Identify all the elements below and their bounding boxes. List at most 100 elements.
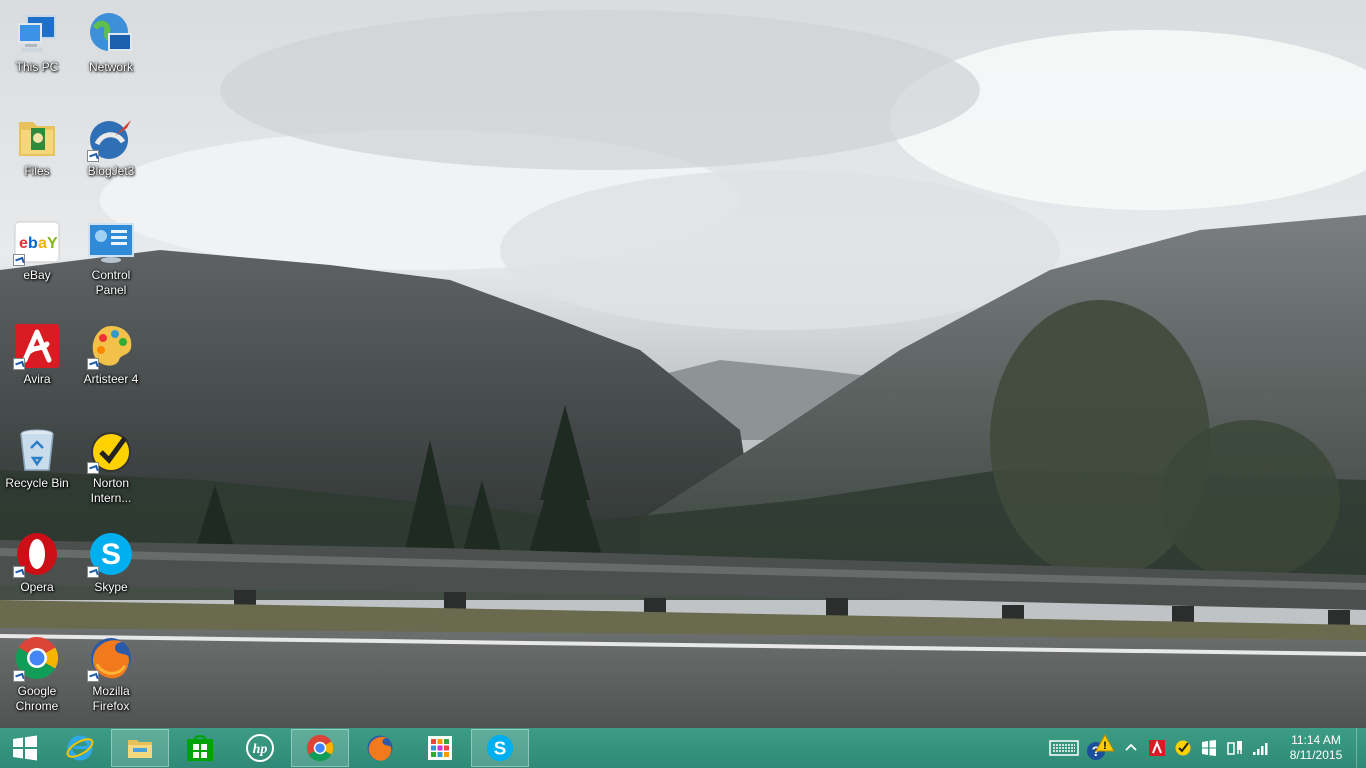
desktop-icon-network[interactable]: Network <box>74 6 148 106</box>
chrome-icon <box>306 734 334 762</box>
desktop-icon-this-pc[interactable]: This PC <box>0 6 74 106</box>
shortcut-arrow-icon <box>13 670 25 682</box>
svg-text:!: ! <box>1103 740 1107 752</box>
taskbar-internet-explorer[interactable] <box>50 728 110 768</box>
skype-icon: S <box>87 530 135 578</box>
svg-text:a: a <box>38 235 47 252</box>
svg-text:Y: Y <box>47 235 58 252</box>
desktop-icon-recycle-bin[interactable]: Recycle Bin <box>0 422 74 522</box>
shortcut-arrow-icon <box>13 358 25 370</box>
network-icon <box>87 10 135 58</box>
taskbar-file-explorer[interactable] <box>111 729 169 767</box>
shortcut-arrow-icon <box>87 670 99 682</box>
desktop-icon-label: Opera <box>20 580 54 594</box>
windows-flag-button[interactable] <box>1197 736 1221 760</box>
folder-icon <box>13 114 61 162</box>
shortcut-arrow-icon <box>13 254 25 266</box>
taskbar-chrome[interactable] <box>291 729 349 767</box>
svg-text:S: S <box>101 538 121 571</box>
taskbar-store[interactable] <box>170 728 230 768</box>
file-explorer-icon <box>128 740 152 758</box>
desktop-icon-norton[interactable]: Norton Intern... <box>74 422 148 522</box>
desktop-icon-ebay[interactable]: ebaY eBay <box>0 214 74 314</box>
show-hidden-icons-button[interactable] <box>1119 736 1143 760</box>
desktop-icon-label: Network <box>88 60 133 74</box>
action-center-icon: ?! <box>1087 733 1115 760</box>
desktop-icon-blogjet[interactable]: BlogJet3 <box>74 110 148 210</box>
avira-tray-icon <box>1149 740 1165 756</box>
windows-logo-icon <box>13 735 37 761</box>
power-button[interactable] <box>1223 736 1247 760</box>
ebay-icon: ebaY <box>13 218 61 266</box>
signal-button[interactable] <box>1249 736 1273 760</box>
desktop-icon-label: Avira <box>23 372 51 386</box>
desktop-icon-label: Artisteer 4 <box>83 372 139 386</box>
taskbar-apps[interactable] <box>410 728 470 768</box>
system-tray: ?! 11:14 AM 8/11/2015 <box>1046 728 1366 768</box>
power-icon <box>1227 741 1242 755</box>
opera-icon <box>13 530 61 578</box>
desktop-icon-label: eBay <box>23 268 51 282</box>
signal-icon <box>1253 743 1268 755</box>
show-hidden-icons-icon <box>1125 743 1137 751</box>
svg-text:b: b <box>28 235 38 252</box>
taskbar: hp S ?! 11:14 AM 8/11/2015 <box>0 728 1366 768</box>
shortcut-arrow-icon <box>87 150 99 162</box>
desktop-icon-artisteer[interactable]: Artisteer 4 <box>74 318 148 418</box>
shortcut-arrow-icon <box>13 566 25 578</box>
norton-icon <box>87 426 135 474</box>
avira-tray-button[interactable] <box>1145 736 1169 760</box>
blogjet-icon <box>87 114 135 162</box>
skype-icon: S <box>486 734 514 762</box>
desktop-icon-avira[interactable]: Avira <box>0 318 74 418</box>
desktop-icon-label: Skype <box>94 580 128 594</box>
apps-grid-icon <box>428 736 452 760</box>
store-icon <box>187 735 213 761</box>
desktop-icon-label: Recycle Bin <box>5 476 69 490</box>
desktop[interactable]: This PC Files ebaY eBay Avira Recycle Bi… <box>0 0 1366 728</box>
norton-tray-icon <box>1175 740 1191 756</box>
desktop-icon-label: Files <box>24 164 50 178</box>
recycle-bin-icon <box>13 426 61 474</box>
taskbar-hp[interactable]: hp <box>230 728 290 768</box>
desktop-icon-label: Norton Intern... <box>90 476 132 505</box>
wallpaper <box>0 0 1366 728</box>
start-button[interactable] <box>0 728 50 768</box>
firefox-icon <box>367 735 393 761</box>
avira-icon <box>13 322 61 370</box>
norton-tray-button[interactable] <box>1171 736 1195 760</box>
taskbar-firefox[interactable] <box>350 728 410 768</box>
desktop-icon-label: BlogJet3 <box>87 164 135 178</box>
palette-icon <box>87 322 135 370</box>
computer-icon <box>13 10 61 58</box>
desktop-icon-label: Google Chrome <box>15 684 59 713</box>
clock-date: 8/11/2015 <box>1289 748 1343 762</box>
clock-time: 11:14 AM <box>1291 733 1341 747</box>
taskbar-skype[interactable]: S <box>471 729 529 767</box>
svg-text:hp: hp <box>253 742 268 757</box>
desktop-icon-label: This PC <box>15 60 59 74</box>
internet-explorer-icon <box>66 735 94 761</box>
desktop-icon-skype[interactable]: S Skype <box>74 526 148 626</box>
desktop-icon-files[interactable]: Files <box>0 110 74 210</box>
desktop-icon-firefox[interactable]: Mozilla Firefox <box>74 630 148 728</box>
action-center-button[interactable]: ?! <box>1083 731 1117 765</box>
control-panel-icon <box>87 218 135 266</box>
show-desktop-button[interactable] <box>1356 728 1366 768</box>
chrome-icon <box>13 634 61 682</box>
desktop-icon-control-panel[interactable]: Control Panel <box>74 214 148 314</box>
hp-icon: hp <box>246 734 274 762</box>
svg-text:S: S <box>494 737 507 758</box>
windows-flag-icon <box>1202 740 1216 756</box>
taskbar-clock[interactable]: 11:14 AM 8/11/2015 <box>1280 733 1352 763</box>
touch-keyboard-icon <box>1049 740 1079 756</box>
firefox-icon <box>87 634 135 682</box>
desktop-icon-label: Control Panel <box>91 268 131 297</box>
shortcut-arrow-icon <box>87 358 99 370</box>
touch-keyboard-button[interactable] <box>1047 736 1081 760</box>
shortcut-arrow-icon <box>87 462 99 474</box>
desktop-icon-label: Mozilla Firefox <box>92 684 130 713</box>
desktop-icon-opera[interactable]: Opera <box>0 526 74 626</box>
shortcut-arrow-icon <box>87 566 99 578</box>
desktop-icon-chrome[interactable]: Google Chrome <box>0 630 74 728</box>
